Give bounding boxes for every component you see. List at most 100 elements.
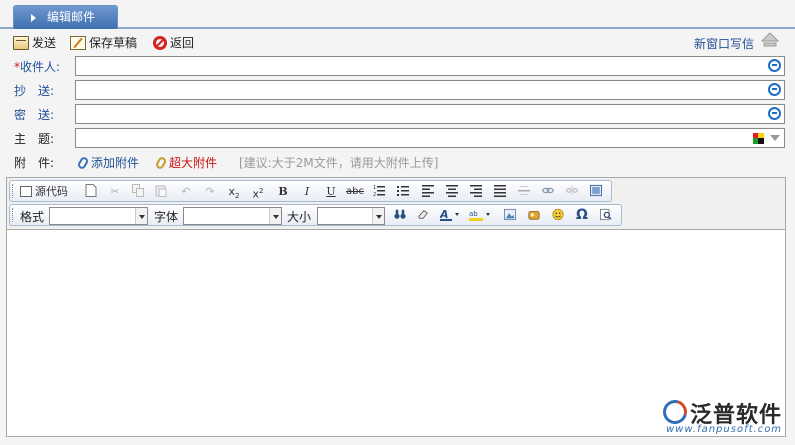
font-label: 字体 [154,210,179,224]
insert-flash-button[interactable] [526,207,542,224]
size-label: 大小 [287,210,312,224]
collapse-up-icon[interactable] [761,31,779,49]
bcc-row: 密 送: [0,103,795,125]
format-label: 格式 [20,210,45,224]
strikethrough-button[interactable]: abc [346,183,364,200]
link-icon [542,187,554,194]
large-attachment-link[interactable]: 超大附件 [154,154,218,171]
editor-toolbar-2: 格式 字体 大小 A ab Ω [9,204,622,226]
source-code-button[interactable]: 源代码 [20,183,76,200]
back-label: 返回 [170,36,195,50]
back-button[interactable]: 返回 [153,35,194,52]
italic-button[interactable]: I [299,183,315,200]
unlink-button[interactable] [564,183,580,200]
new-page-button[interactable] [83,183,99,200]
horizontal-rule-button[interactable] [516,183,532,200]
underline-button[interactable]: U [323,183,339,200]
font-select[interactable] [183,207,282,225]
cc-field[interactable] [75,80,785,100]
color-picker-icon[interactable] [753,133,764,144]
bcc-field[interactable] [75,104,785,124]
remove-format-button[interactable] [415,207,431,224]
align-right-button[interactable] [468,183,484,200]
svg-text:2: 2 [373,192,376,197]
to-field[interactable] [75,56,785,76]
brand-logo: 泛普软件 www.fanpusoft.com [658,395,790,441]
bcc-input[interactable] [76,105,756,123]
copy-icon [132,184,144,197]
align-left-icon [422,185,434,197]
redo-button[interactable]: ↷ [202,183,218,200]
to-label-text: 收件人: [20,60,61,74]
subject-field[interactable] [75,128,785,148]
new-window-link[interactable]: 新窗口写信 [694,35,754,52]
tab-edit-mail[interactable]: 编辑邮件 [13,5,118,29]
action-bar: 发送 保存草稿 返回 新窗口写信 [0,31,795,55]
insert-smiley-button[interactable] [550,207,566,224]
cc-input[interactable] [76,81,756,99]
align-left-button[interactable] [420,183,436,200]
source-code-icon [20,186,32,197]
cc-label: 抄 送: [14,84,55,98]
back-icon [153,36,167,50]
attachment-tip: [建议:大于2M文件，请用大附件上传] [239,156,439,170]
image-icon [504,208,516,221]
undo-button[interactable]: ↶ [178,183,194,200]
tab-title: 编辑邮件 [47,10,96,24]
chevron-down-icon[interactable] [372,208,384,224]
address-book-icon[interactable] [768,59,781,72]
superscript-button[interactable]: x2 [250,183,266,201]
send-label: 发送 [32,36,57,50]
large-attachment-text: 超大附件 [169,156,218,170]
paperclip-icon [76,155,90,171]
smiley-icon [552,208,564,221]
to-row: *收件人: [0,55,795,77]
preview-button[interactable] [598,207,614,224]
unordered-list-button[interactable] [395,183,411,200]
align-center-button[interactable] [444,183,460,200]
link-button[interactable] [540,183,556,200]
brand-logo-url: www.fanpusoft.com [666,424,783,435]
paste-icon [155,185,167,197]
address-book-icon[interactable] [768,107,781,120]
subscript-button[interactable]: x2 [226,183,242,200]
justify-icon [494,185,506,197]
bcc-label: 密 送: [14,108,55,122]
cut-button[interactable]: ✂ [107,183,123,200]
highlight-color-button[interactable]: ab [468,207,492,224]
special-char-button[interactable]: Ω [574,207,590,224]
ordered-list-button[interactable]: 12 [371,183,387,200]
size-select[interactable] [317,207,385,225]
svg-text:ab: ab [469,210,478,218]
maximize-button[interactable] [588,183,604,200]
subject-input[interactable] [76,129,756,147]
unordered-list-icon [397,186,409,196]
priority-dropdown-icon[interactable] [770,135,780,141]
add-attachment-link[interactable]: 添加附件 [76,154,140,171]
toolbar-grip [12,184,14,198]
justify-button[interactable] [492,183,508,200]
find-button[interactable] [392,207,408,224]
send-button[interactable]: 发送 [13,35,56,52]
format-select[interactable] [49,207,148,225]
text-color-button[interactable]: A [439,207,461,224]
copy-button[interactable] [130,183,146,200]
binoculars-icon [394,209,406,219]
text-color-icon: A [440,208,459,221]
chevron-down-icon[interactable] [269,208,281,224]
bold-button[interactable]: B [275,183,291,200]
horizontal-rule-icon [518,186,530,195]
add-attachment-text: 添加附件 [91,156,140,170]
maximize-icon [590,184,602,197]
insert-image-button[interactable] [502,207,518,224]
address-book-icon[interactable] [768,83,781,96]
unlink-icon [566,185,578,196]
svg-text:1: 1 [373,185,376,191]
save-draft-button[interactable]: 保存草稿 [70,35,137,52]
paste-button[interactable] [153,183,169,200]
to-input[interactable] [76,57,756,75]
tab-arrow-icon [31,14,36,22]
subject-label: 主 题: [14,132,55,146]
chevron-down-icon[interactable] [135,208,147,224]
subject-row: 主 题: [0,127,795,149]
